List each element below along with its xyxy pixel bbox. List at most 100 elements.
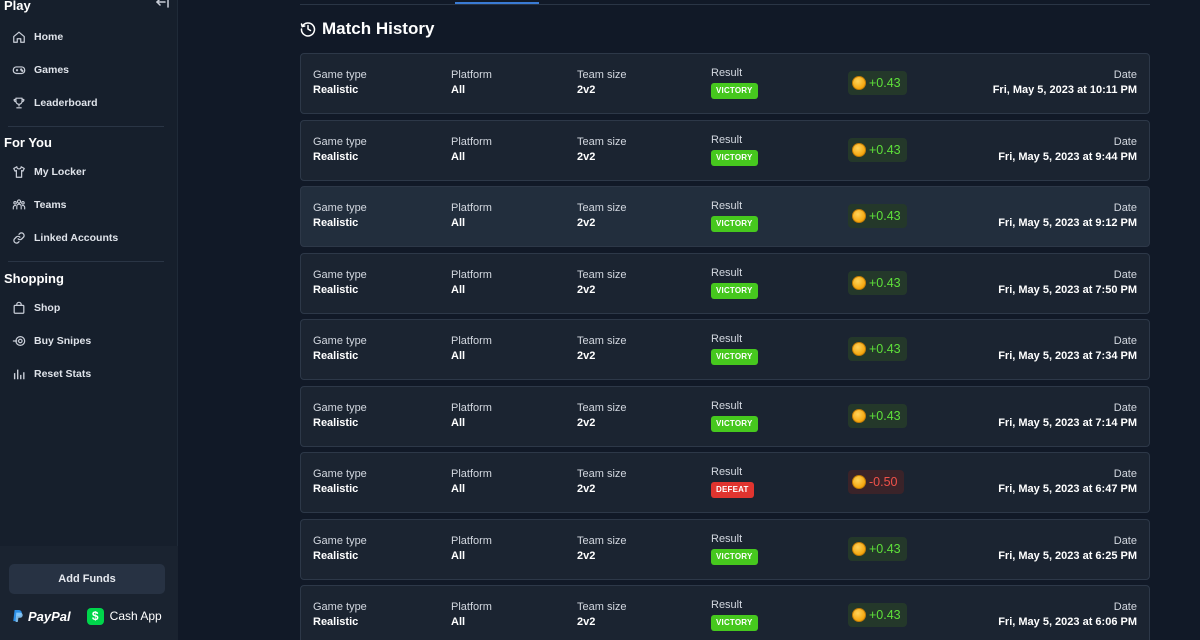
- match-card[interactable]: Game type Realistic Platform All Team si…: [300, 186, 1150, 247]
- game-type-label: Game type: [313, 335, 367, 347]
- team-size-column: Team size 2v2: [577, 201, 627, 232]
- paypal-label: PayPal: [28, 608, 71, 624]
- result-column: Result VICTORY: [711, 333, 758, 365]
- date-label: Date: [1113, 535, 1137, 547]
- cashapp-button[interactable]: $ Cash App: [86, 607, 162, 625]
- platform-column: Platform All: [451, 135, 492, 166]
- platform-value: All: [451, 417, 466, 429]
- shirt-icon: [13, 166, 25, 178]
- match-card[interactable]: Game type Realistic Platform All Team si…: [300, 585, 1150, 640]
- team-size-label: Team size: [577, 335, 627, 347]
- game-type-label: Game type: [313, 69, 367, 81]
- team-size-value: 2v2: [577, 84, 596, 96]
- result-badge: VICTORY: [711, 216, 758, 232]
- collapse-sidebar-icon[interactable]: [154, 0, 170, 10]
- platform-label: Platform: [451, 601, 492, 613]
- result-label: Result: [711, 267, 743, 279]
- section-title-for-you: For You: [4, 135, 52, 150]
- platform-column: Platform All: [451, 268, 492, 299]
- add-funds-button[interactable]: Add Funds: [9, 564, 165, 594]
- nav-item-linked-accounts[interactable]: Linked Accounts: [8, 226, 168, 250]
- date-label: Date: [1113, 269, 1137, 281]
- platform-value: All: [451, 550, 466, 562]
- team-size-value: 2v2: [577, 417, 596, 429]
- platform-value: All: [451, 483, 466, 495]
- nav-item-home[interactable]: Home: [8, 25, 168, 49]
- result-column: Result DEFEAT: [711, 466, 754, 498]
- nav-item-teams[interactable]: Teams: [8, 193, 168, 217]
- section-title-shopping: Shopping: [4, 271, 64, 286]
- platform-value: All: [451, 217, 466, 229]
- result-badge: VICTORY: [711, 283, 758, 299]
- nav-item-label: My Locker: [34, 166, 86, 178]
- active-tab-indicator[interactable]: [455, 2, 539, 4]
- team-size-column: Team size 2v2: [577, 467, 627, 498]
- earnings-amount: +0.43: [869, 608, 901, 622]
- team-size-value: 2v2: [577, 616, 596, 628]
- divider: [8, 126, 164, 127]
- game-type-column: Game type Realistic: [313, 401, 367, 432]
- nav-item-games[interactable]: Games: [8, 58, 168, 82]
- team-size-value: 2v2: [577, 483, 596, 495]
- team-size-label: Team size: [577, 136, 627, 148]
- earnings-pill: +0.43: [848, 337, 907, 361]
- top-tabs-divider: [300, 4, 1150, 5]
- match-card[interactable]: Game type Realistic Platform All Team si…: [300, 386, 1150, 447]
- date-value: Fri, May 5, 2023 at 9:44 PM: [998, 151, 1137, 163]
- coin-icon: [852, 542, 866, 556]
- platform-value: All: [451, 616, 466, 628]
- nav-item-label: Buy Snipes: [34, 335, 92, 347]
- match-card[interactable]: Game type Realistic Platform All Team si…: [300, 519, 1150, 580]
- earnings-amount: +0.43: [869, 143, 901, 157]
- game-type-column: Game type Realistic: [313, 268, 367, 299]
- game-type-label: Game type: [313, 202, 367, 214]
- nav-item-label: Games: [34, 64, 70, 76]
- platform-value: All: [451, 284, 466, 296]
- date-column: Date Fri, May 5, 2023 at 6:25 PM: [998, 534, 1137, 565]
- game-type-column: Game type Realistic: [313, 600, 367, 631]
- result-label: Result: [711, 466, 743, 478]
- game-type-value: Realistic: [313, 550, 359, 562]
- coin-icon: [852, 76, 866, 90]
- result-column: Result VICTORY: [711, 200, 758, 232]
- coin-icon: [852, 342, 866, 356]
- page-title: Match History: [300, 18, 434, 40]
- paypal-button[interactable]: PayPal: [12, 609, 71, 624]
- match-card[interactable]: Game type Realistic Platform All Team si…: [300, 319, 1150, 380]
- team-size-label: Team size: [577, 601, 627, 613]
- result-label: Result: [711, 333, 743, 345]
- platform-column: Platform All: [451, 401, 492, 432]
- date-column: Date Fri, May 5, 2023 at 10:11 PM: [993, 68, 1137, 99]
- nav-item-label: Shop: [34, 302, 61, 314]
- result-badge: VICTORY: [711, 416, 758, 432]
- team-size-label: Team size: [577, 402, 627, 414]
- date-label: Date: [1113, 402, 1137, 414]
- match-card[interactable]: Game type Realistic Platform All Team si…: [300, 452, 1150, 513]
- nav-item-label: Linked Accounts: [34, 232, 119, 244]
- match-card[interactable]: Game type Realistic Platform All Team si…: [300, 53, 1150, 114]
- nav-item-shop[interactable]: Shop: [8, 296, 168, 320]
- date-label: Date: [1113, 136, 1137, 148]
- game-type-column: Game type Realistic: [313, 534, 367, 565]
- trophy-icon: [13, 97, 25, 109]
- nav-item-my-locker[interactable]: My Locker: [8, 160, 168, 184]
- match-card[interactable]: Game type Realistic Platform All Team si…: [300, 120, 1150, 181]
- result-badge: DEFEAT: [711, 482, 754, 498]
- date-column: Date Fri, May 5, 2023 at 9:44 PM: [998, 135, 1137, 166]
- game-type-value: Realistic: [313, 217, 359, 229]
- game-type-column: Game type Realistic: [313, 135, 367, 166]
- coin-icon: [852, 276, 866, 290]
- game-type-label: Game type: [313, 535, 367, 547]
- nav-item-buy-snipes[interactable]: Buy Snipes: [8, 329, 168, 353]
- team-size-column: Team size 2v2: [577, 334, 627, 365]
- platform-label: Platform: [451, 535, 492, 547]
- game-type-label: Game type: [313, 601, 367, 613]
- nav-item-leaderboard[interactable]: Leaderboard: [8, 91, 168, 115]
- result-label: Result: [711, 67, 743, 79]
- game-type-column: Game type Realistic: [313, 334, 367, 365]
- team-size-value: 2v2: [577, 284, 596, 296]
- nav-item-reset-stats[interactable]: Reset Stats: [8, 362, 168, 386]
- earnings-pill: +0.43: [848, 71, 907, 95]
- match-card[interactable]: Game type Realistic Platform All Team si…: [300, 253, 1150, 314]
- date-column: Date Fri, May 5, 2023 at 9:12 PM: [998, 201, 1137, 232]
